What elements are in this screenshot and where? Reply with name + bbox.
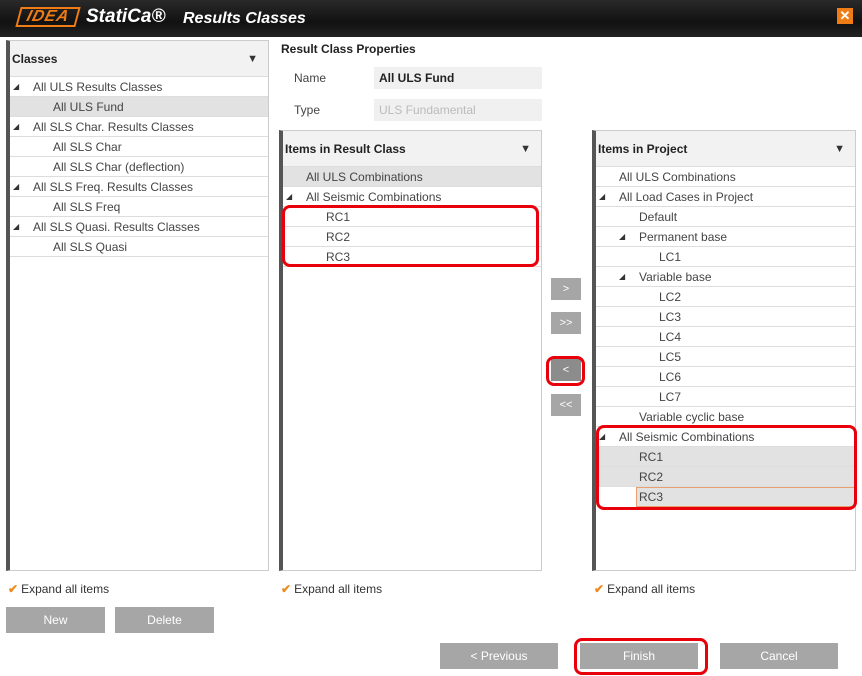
classes-tree: ◢ All ULS Results Classes All ULS Fund ◢ All…	[10, 77, 268, 257]
tree-row[interactable]: ◢ Permanent base	[596, 227, 855, 247]
result-items-header: Items in Result Class	[285, 142, 406, 156]
title-bar: IDEA StatiCa® Results Classes ✕	[0, 0, 862, 37]
tree-row-label: Permanent base	[639, 230, 728, 244]
classes-header: Classes	[12, 52, 58, 66]
tree-row-label: LC7	[659, 390, 682, 404]
check-icon: ✔	[281, 582, 292, 596]
new-button[interactable]: New	[6, 607, 105, 633]
tree-row-label: All SLS Freq. Results Classes	[33, 180, 194, 194]
tree-row-label: LC4	[659, 330, 682, 344]
filter-icon[interactable]: ▼	[247, 41, 258, 77]
result-items-panel: Items in Result Class ▼ All ULS Combinati…	[279, 130, 542, 571]
tree-row[interactable]: LC2	[596, 287, 855, 307]
tree-row[interactable]: ◢ All Load Cases in Project	[596, 187, 855, 207]
type-label: Type	[294, 103, 321, 117]
tree-row-label: LC6	[659, 370, 682, 384]
tree-row-label: LC5	[659, 350, 682, 364]
tree-row[interactable]: ◢ All SLS Quasi. Results Classes	[10, 217, 268, 237]
tree-row[interactable]: LC4	[596, 327, 855, 347]
tree-row[interactable]: ◢ All SLS Char. Results Classes	[10, 117, 268, 137]
tree-row[interactable]: LC6	[596, 367, 855, 387]
tree-row[interactable]: LC1	[596, 247, 855, 267]
add-button[interactable]: >	[551, 278, 581, 300]
expand-arrow-icon[interactable]: ◢	[13, 217, 19, 237]
check-icon: ✔	[594, 582, 605, 596]
tree-row-label: All ULS Results Classes	[33, 80, 163, 94]
tree-row[interactable]: All SLS Quasi	[10, 237, 268, 257]
tree-row-label: LC2	[659, 290, 682, 304]
checkbox-label: Expand all items	[607, 582, 696, 596]
tree-row[interactable]: ◢ All SLS Freq. Results Classes	[10, 177, 268, 197]
tree-row-label: Default	[639, 210, 678, 224]
tree-row[interactable]: Variable cyclic base	[596, 407, 855, 427]
name-field[interactable]: All ULS Fund	[374, 67, 542, 89]
type-field: ULS Fundamental	[374, 99, 542, 121]
tree-row-label: All SLS Char	[53, 140, 122, 154]
project-items-header: Items in Project	[598, 142, 688, 156]
tree-row[interactable]: Default	[596, 207, 855, 227]
checkbox-label: Expand all items	[21, 582, 110, 596]
tree-row-label: All SLS Quasi. Results Classes	[33, 220, 200, 234]
classes-panel: Classes ▼ ◢ All ULS Results Classes All ULS…	[6, 40, 269, 571]
expand-all-project-checkbox[interactable]: ✔ Expand all items	[594, 582, 695, 596]
tree-row-label: All SLS Char (deflection)	[53, 160, 185, 174]
tree-row-label: All SLS Freq	[53, 200, 121, 214]
filter-icon[interactable]: ▼	[834, 131, 845, 167]
checkbox-label: Expand all items	[294, 582, 383, 596]
filter-icon[interactable]: ▼	[520, 131, 531, 167]
highlight-remove-button	[546, 356, 585, 386]
add-all-button[interactable]: >>	[551, 312, 581, 334]
expand-all-classes-checkbox[interactable]: ✔ Expand all items	[8, 582, 109, 596]
tree-row[interactable]: All ULS Combinations	[596, 167, 855, 187]
tree-row[interactable]: LC5	[596, 347, 855, 367]
tree-row-label: All Load Cases in Project	[619, 190, 754, 204]
highlight-project-seismic	[596, 425, 857, 510]
delete-button[interactable]: Delete	[115, 607, 214, 633]
tree-row-label: LC1	[659, 250, 682, 264]
tree-row-label: LC3	[659, 310, 682, 324]
previous-button[interactable]: < Previous	[440, 643, 558, 669]
tree-row-label: All SLS Char. Results Classes	[33, 120, 194, 134]
tree-row-label: Variable cyclic base	[639, 410, 745, 424]
tree-row-label: All Seismic Combinations	[306, 190, 442, 204]
tree-row[interactable]: All ULS Fund	[10, 97, 268, 117]
expand-arrow-icon[interactable]: ◢	[13, 117, 19, 137]
tree-row[interactable]: All ULS Combinations	[283, 167, 541, 187]
tree-row[interactable]: ◢ Variable base	[596, 267, 855, 287]
expand-arrow-icon[interactable]: ◢	[286, 187, 292, 207]
tree-row[interactable]: LC3	[596, 307, 855, 327]
expand-arrow-icon[interactable]: ◢	[599, 187, 605, 207]
tree-row[interactable]: ◢ All Seismic Combinations	[283, 187, 541, 207]
highlight-result-rc	[282, 205, 539, 267]
properties-title: Result Class Properties	[281, 42, 416, 56]
tree-row-label: Variable base	[639, 270, 712, 284]
tree-row-label: All ULS Fund	[53, 100, 124, 114]
tree-row[interactable]: All SLS Char	[10, 137, 268, 157]
highlight-finish-button	[574, 638, 708, 675]
tree-row[interactable]: All SLS Freq	[10, 197, 268, 217]
tree-row-label: All ULS Combinations	[619, 170, 736, 184]
tree-row[interactable]: All SLS Char (deflection)	[10, 157, 268, 177]
expand-arrow-icon[interactable]: ◢	[13, 177, 19, 197]
cancel-button[interactable]: Cancel	[720, 643, 838, 669]
window-title: Results Classes	[183, 10, 306, 27]
tree-row-label: All SLS Quasi	[53, 240, 128, 254]
expand-arrow-icon[interactable]: ◢	[13, 77, 19, 97]
brand-name: StatiCa®	[86, 6, 166, 27]
tree-row[interactable]: ◢ All ULS Results Classes	[10, 77, 268, 97]
expand-all-result-checkbox[interactable]: ✔ Expand all items	[281, 582, 382, 596]
tree-row-label: All ULS Combinations	[306, 170, 423, 184]
remove-all-button[interactable]: <<	[551, 394, 581, 416]
expand-arrow-icon[interactable]: ◢	[619, 267, 625, 287]
check-icon: ✔	[8, 582, 19, 596]
idea-logo: IDEA	[15, 7, 81, 27]
tree-row[interactable]: LC7	[596, 387, 855, 407]
name-label: Name	[294, 71, 327, 85]
expand-arrow-icon[interactable]: ◢	[619, 227, 625, 247]
close-button[interactable]: ✕	[837, 8, 853, 24]
